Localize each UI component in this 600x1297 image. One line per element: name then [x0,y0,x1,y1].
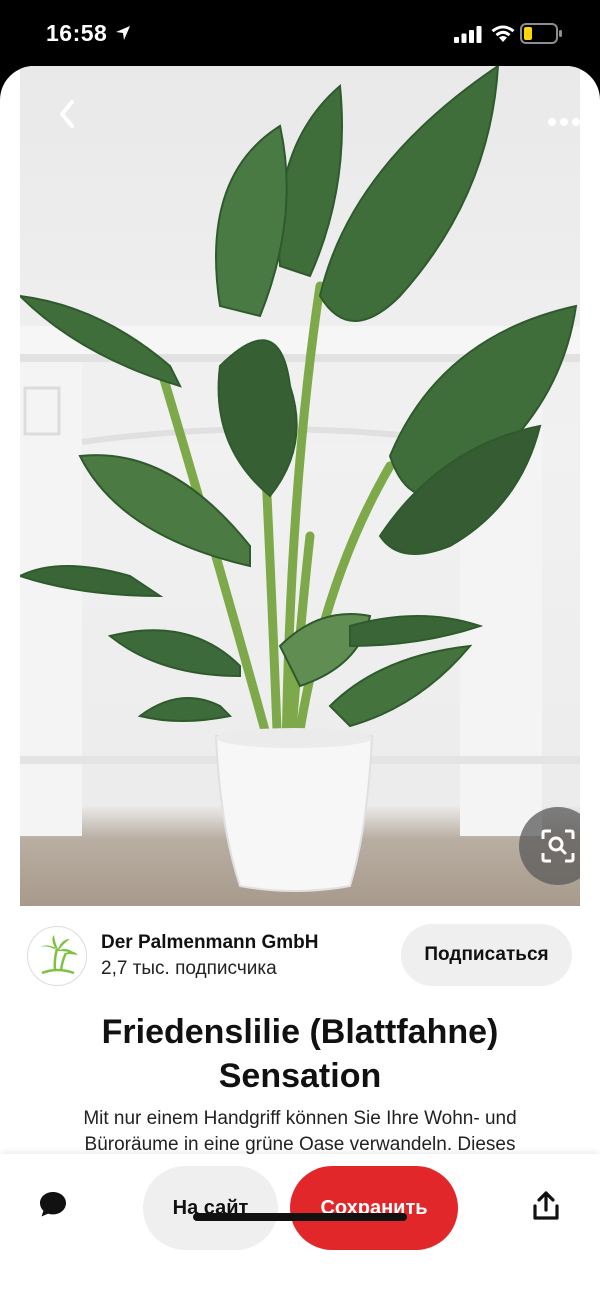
status-time: 16:58 [46,20,108,46]
pin-image[interactable] [20,66,580,906]
creator-avatar[interactable] [27,926,87,986]
chat-button[interactable] [38,1189,68,1219]
pin-closeup-sheet: Der Palmenmann GmbH 2,7 тыс. подписчика … [0,66,600,1297]
action-bar: На сайт Сохранить [0,1154,600,1297]
battery-icon [520,23,562,44]
share-button[interactable] [533,1191,559,1221]
follow-button[interactable]: Подписаться [401,924,572,986]
location-arrow-icon [116,26,130,40]
back-button[interactable] [54,96,80,132]
pin-title: Friedenslilie (Blattfahne) Sensation [101,1013,499,1095]
creator-name[interactable]: Der Palmenmann GmbH [101,932,319,954]
home-indicator[interactable] [193,1213,407,1221]
cellular-signal-icon [454,26,482,43]
save-button[interactable]: Сохранить [290,1166,458,1250]
more-options-button[interactable] [544,112,580,132]
wifi-icon [491,25,515,42]
creator-row: Der Palmenmann GmbH 2,7 тыс. подписчика … [0,916,600,996]
chat-bubble-icon [40,1192,66,1217]
follower-count: 2,7 тыс. подписчика [101,958,277,979]
pin-description: Mit nur einem Handgriff können Sie Ihre … [83,1108,517,1155]
status-bar: 16:58 [0,0,600,66]
visit-site-button[interactable]: На сайт [143,1166,278,1250]
palm-logo-icon [40,935,78,975]
visual-search-icon [541,829,575,863]
plant-photo [20,66,580,892]
